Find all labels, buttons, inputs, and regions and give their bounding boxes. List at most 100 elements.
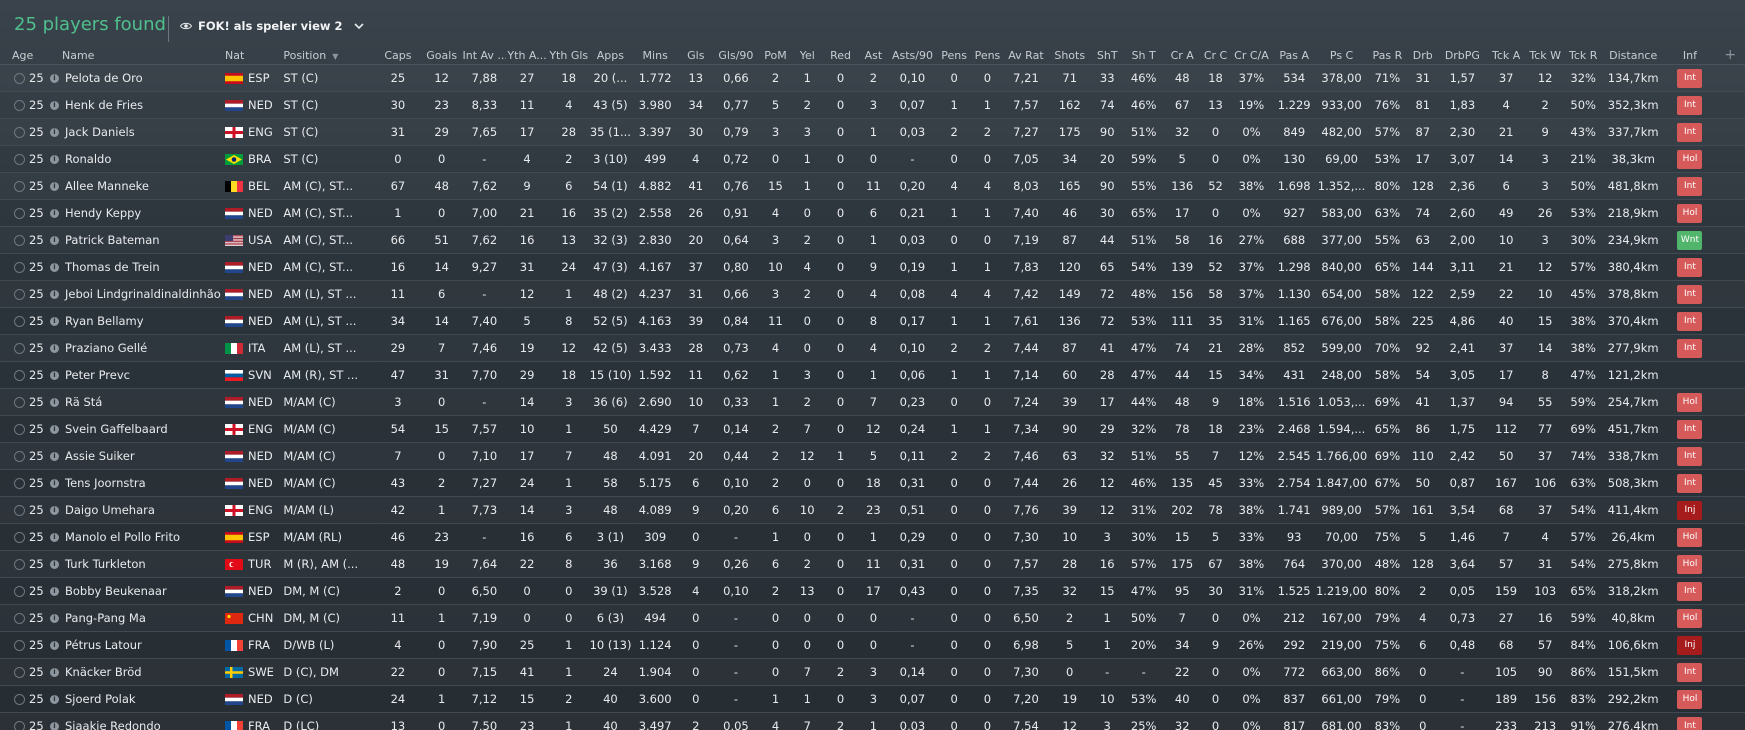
cell-inf[interactable]: Int: [1664, 172, 1716, 200]
table-row[interactable]: 25 i Turk Turkleton TUR M (R), AM (... 48 19 7,…: [0, 550, 1745, 578]
column-header-avrat[interactable]: Av Rat: [1003, 46, 1049, 65]
info-icon[interactable]: i: [50, 560, 59, 569]
player-name[interactable]: Pétrus Latour: [65, 638, 142, 652]
column-header-goals[interactable]: Goals: [420, 46, 463, 65]
info-icon[interactable]: i: [50, 74, 59, 83]
row-select-radio[interactable]: [14, 612, 25, 624]
column-header-sht[interactable]: ShT: [1090, 46, 1124, 65]
table-row[interactable]: 25 i Assie Suiker NED M/AM (C) 7 0 7,10 17 7 48 4.0…: [0, 442, 1745, 470]
info-icon[interactable]: i: [50, 263, 59, 272]
status-badge[interactable]: Hol: [1677, 689, 1703, 709]
column-header-ythg[interactable]: Yth Gls: [547, 46, 590, 65]
table-row[interactable]: 25 i Sjoerd Polak NED D (C) 24 1 7,12 15 2 40 3.600…: [0, 685, 1745, 713]
player-name[interactable]: Ryan Bellamy: [65, 314, 144, 328]
info-icon[interactable]: i: [50, 695, 59, 704]
status-badge[interactable]: Hol: [1677, 554, 1703, 574]
status-badge[interactable]: Hol: [1677, 149, 1703, 169]
row-select-radio[interactable]: [14, 423, 25, 435]
column-header-nat[interactable]: Nat: [225, 46, 284, 65]
table-row[interactable]: 25 i Praziano Gellé ITA AM (L), ST ... 29 7 7,4…: [0, 334, 1745, 362]
row-select-radio[interactable]: [14, 666, 25, 678]
info-icon[interactable]: i: [50, 587, 59, 596]
cell-name[interactable]: i Jack Daniels: [50, 118, 226, 146]
column-header-pom[interactable]: PoM: [759, 46, 792, 65]
table-row[interactable]: 25 i Pelota de Oro ESP ST (C) 25 12 7,88 27 18 20 …: [0, 64, 1745, 92]
cell-inf[interactable]: Hol: [1664, 145, 1716, 173]
column-header-crc[interactable]: Cr C: [1200, 46, 1231, 65]
cell-name[interactable]: i Patrick Bateman: [50, 226, 226, 254]
table-row[interactable]: 25 i Peter Prevc SVN AM (R), ST ... 47 31 7,70 2…: [0, 361, 1745, 389]
status-badge[interactable]: Hol: [1677, 608, 1703, 628]
player-name[interactable]: Thomas de Trein: [65, 260, 160, 274]
column-header-pos[interactable]: Position ▼: [283, 46, 376, 65]
cell-inf[interactable]: Hol: [1664, 523, 1716, 551]
column-header-tckr[interactable]: Tck R: [1564, 46, 1602, 65]
info-icon[interactable]: i: [50, 155, 59, 164]
status-badge[interactable]: Int: [1677, 257, 1703, 277]
column-header-pasr[interactable]: Pas R: [1367, 46, 1408, 65]
player-name[interactable]: Pang-Pang Ma: [65, 611, 146, 625]
table-row[interactable]: 25 i Allee Manneke BEL AM (C), ST... 67 48 7,62…: [0, 172, 1745, 200]
cell-inf[interactable]: Int: [1664, 118, 1716, 146]
status-badge[interactable]: Int: [1677, 716, 1703, 730]
status-badge[interactable]: Int: [1677, 176, 1703, 196]
table-row[interactable]: 25 i Manolo el Pollo Frito ESP M/AM (RL) 46 23…: [0, 523, 1745, 551]
cell-inf[interactable]: Int: [1664, 442, 1716, 470]
player-name[interactable]: Jeboi Lindgrinaldinaldinhão: [65, 287, 221, 301]
player-name[interactable]: Sjoerd Polak: [65, 692, 136, 706]
column-header-gls90[interactable]: Gls/90: [712, 46, 760, 65]
column-header-yel[interactable]: Yel: [791, 46, 823, 65]
column-header-pens[interactable]: Pens: [936, 46, 972, 65]
column-header-ast[interactable]: Ast: [858, 46, 889, 65]
row-select-radio[interactable]: [14, 504, 25, 516]
column-header-asts90[interactable]: Asts/90: [888, 46, 937, 65]
row-select-radio[interactable]: [14, 369, 25, 381]
info-icon[interactable]: i: [50, 290, 59, 299]
cell-inf[interactable]: Wnt: [1664, 226, 1716, 254]
info-icon[interactable]: i: [50, 722, 59, 730]
row-select-radio[interactable]: [14, 396, 25, 408]
column-header-age[interactable]: Age: [0, 46, 50, 65]
row-select-radio[interactable]: [14, 99, 25, 111]
row-select-radio[interactable]: [14, 342, 25, 354]
cell-name[interactable]: i Pétrus Latour: [50, 631, 226, 659]
table-row[interactable]: 25 i Ryan Bellamy NED AM (L), ST ... 34 14 7,40…: [0, 307, 1745, 335]
cell-inf[interactable]: Int: [1664, 415, 1716, 443]
cell-name[interactable]: i Ryan Bellamy: [50, 307, 226, 335]
table-row[interactable]: 25 i Pétrus Latour FRA D/WB (L) 4 0 7,90 25 1 10 (…: [0, 631, 1745, 659]
info-icon[interactable]: i: [50, 398, 59, 407]
player-name[interactable]: Svein Gaffelbaard: [65, 422, 168, 436]
status-badge[interactable]: Hol: [1677, 527, 1703, 547]
view-selector[interactable]: FOK! als speler view 2: [180, 19, 365, 33]
table-row[interactable]: 25 i Patrick Bateman USA AM (C), ST... 66 51 7,…: [0, 226, 1745, 254]
cell-inf[interactable]: Hol: [1664, 388, 1716, 416]
player-name[interactable]: Knäcker Bröd: [65, 665, 142, 679]
column-header-ytha[interactable]: Yth A...: [506, 46, 548, 65]
table-row[interactable]: 25 i Ronaldo BRA ST (C) 0 0-4 2 3 (10) 499 4 0,72 0 1…: [0, 145, 1745, 173]
row-select-radio[interactable]: [14, 315, 25, 327]
table-row[interactable]: 25 i Jeboi Lindgrinaldinaldinhão NED AM (L),…: [0, 280, 1745, 308]
cell-name[interactable]: i Svein Gaffelbaard: [50, 415, 226, 443]
cell-name[interactable]: i Tens Joornstra: [50, 469, 226, 497]
player-name[interactable]: Rä Stá: [65, 395, 102, 409]
cell-inf[interactable]: Hol: [1664, 685, 1716, 713]
status-badge[interactable]: Int: [1677, 122, 1703, 142]
status-badge[interactable]: Int: [1677, 95, 1703, 115]
row-select-radio[interactable]: [14, 477, 25, 489]
player-name[interactable]: Peter Prevc: [65, 368, 130, 382]
row-select-radio[interactable]: [14, 531, 25, 543]
cell-inf[interactable]: Inj: [1664, 631, 1716, 659]
cell-name[interactable]: i Rä Stá: [50, 388, 226, 416]
column-header-red[interactable]: Red: [822, 46, 859, 65]
column-header-name[interactable]: Name: [50, 46, 226, 65]
info-icon[interactable]: i: [50, 506, 59, 515]
info-icon[interactable]: i: [50, 128, 59, 137]
player-name[interactable]: Henk de Fries: [65, 98, 143, 112]
info-icon[interactable]: i: [50, 479, 59, 488]
status-badge[interactable]: Hol: [1677, 203, 1703, 223]
row-select-radio[interactable]: [14, 234, 25, 246]
table-row[interactable]: 25 i Tens Joornstra NED M/AM (C) 43 2 7,27 24 1 58…: [0, 469, 1745, 497]
player-name[interactable]: Patrick Bateman: [65, 233, 160, 247]
row-select-radio[interactable]: [14, 126, 25, 138]
info-icon[interactable]: i: [50, 317, 59, 326]
